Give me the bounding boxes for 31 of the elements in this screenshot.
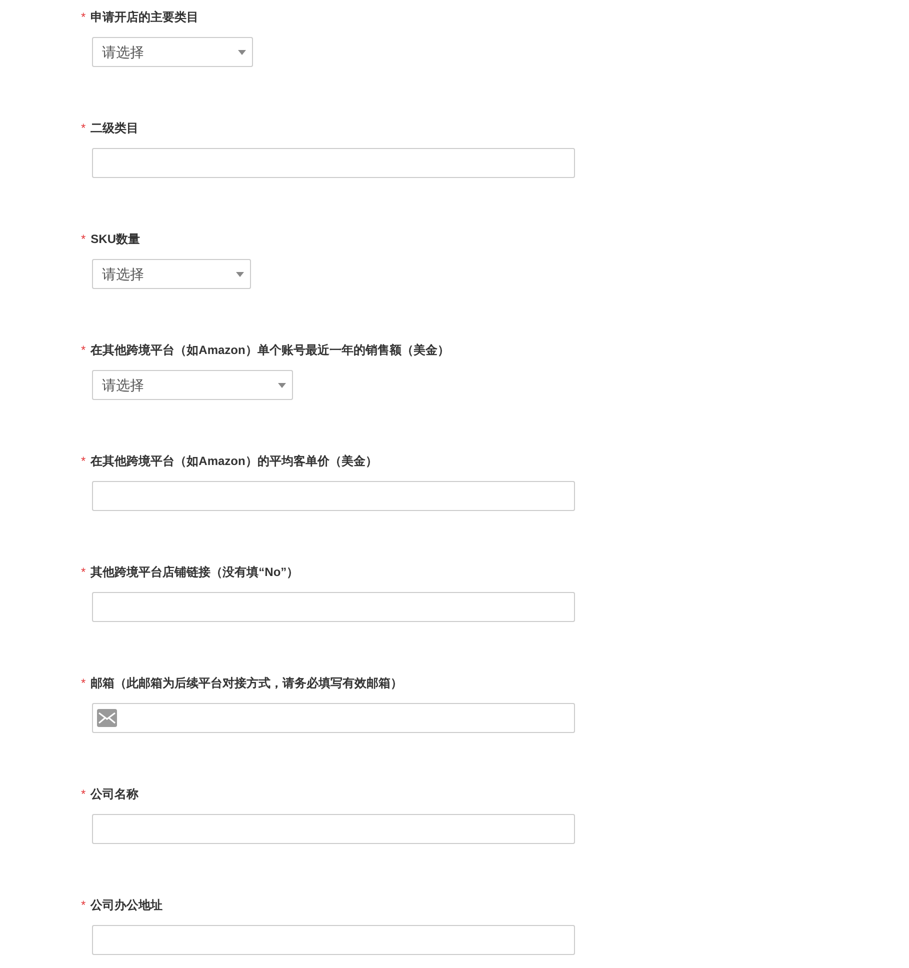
input-field[interactable]	[92, 481, 575, 511]
required-mark: *	[81, 343, 86, 357]
email-field[interactable]	[92, 703, 575, 733]
dropdown[interactable]: 请选择	[92, 259, 251, 289]
input-field[interactable]	[92, 925, 575, 955]
required-mark: *	[81, 10, 86, 24]
field-label: 邮箱（此邮箱为后续平台对接方式，请务必填写有效邮箱）	[90, 676, 403, 690]
required-mark: *	[81, 565, 86, 579]
field-label: 其他跨境平台店铺链接（没有填“No”）	[90, 565, 299, 579]
caret-icon	[236, 272, 244, 276]
required-mark: *	[81, 454, 86, 468]
caret-icon	[278, 382, 286, 388]
input-field[interactable]	[92, 148, 575, 178]
dropdown[interactable]: 请选择	[92, 37, 253, 67]
dropdown[interactable]: 请选择	[92, 370, 293, 400]
field-label: 在其他跨境平台（如Amazon）的平均客单价（美金）	[90, 454, 378, 468]
required-mark: *	[81, 898, 86, 912]
required-mark: *	[81, 787, 86, 801]
field-label: 二级类目	[90, 121, 139, 135]
field-label: SKU数量	[90, 232, 140, 246]
required-mark: *	[81, 676, 86, 690]
input-field[interactable]	[92, 814, 575, 844]
field-label: 在其他跨境平台（如Amazon）单个账号最近一年的销售额（美金）	[90, 343, 450, 357]
field-label: 申请开店的主要类目	[90, 10, 199, 24]
input-field[interactable]	[92, 592, 575, 622]
field-label: 公司名称	[90, 787, 139, 801]
envelope-icon	[97, 709, 117, 727]
field-label: 公司办公地址	[90, 898, 163, 912]
caret-icon	[238, 50, 246, 54]
required-mark: *	[81, 121, 86, 135]
required-mark: *	[81, 232, 86, 246]
